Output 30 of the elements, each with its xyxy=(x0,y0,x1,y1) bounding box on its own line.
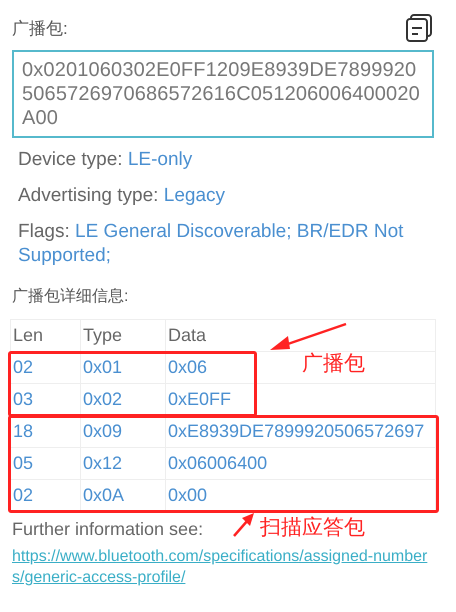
table-cell: 02 xyxy=(13,485,34,506)
table-cell: 0x06006400 xyxy=(168,453,268,474)
column-header: Data xyxy=(168,325,206,346)
table-cell: 18 xyxy=(13,421,34,442)
table-cell: 05 xyxy=(13,453,34,474)
table-cell: 0x06 xyxy=(168,357,208,378)
table-cell: 0x02 xyxy=(83,389,122,410)
info-line: Device type: LE-only xyxy=(18,148,194,172)
table-cell: 03 xyxy=(13,389,34,410)
table-cell: 0xE0FF xyxy=(168,389,232,410)
table-cell: 0xE8939DE7899920506572697 xyxy=(168,421,424,442)
spec-link[interactable]: https://www.bluetooth.com/specifications/assigned-numbers/generic-access-profile/ xyxy=(12,546,436,588)
column-header: Len xyxy=(13,325,44,346)
arrow xyxy=(232,512,256,538)
copy-icon[interactable] xyxy=(404,13,434,43)
raw-data-field[interactable]: 0x0201060302E0FF1209E8939DE78999205065726970686572616C051206006400020A00 xyxy=(12,50,434,138)
details-title: 广播包详细信息: xyxy=(11,286,130,307)
table-cell: 0x00 xyxy=(168,485,208,506)
table-cell: 0x09 xyxy=(83,421,122,442)
table-cell: 0x12 xyxy=(83,453,122,474)
table-cell: 02 xyxy=(13,357,34,378)
info-line: Advertising type: Legacy xyxy=(18,184,226,208)
table-cell: 0x01 xyxy=(83,357,122,378)
further-info-text: Further information see: xyxy=(12,518,204,540)
annotation-label: 扫描应答包 xyxy=(260,516,365,540)
info-line: Flags: LE General Discoverable; BR/EDR Not Supported; xyxy=(18,220,404,268)
column-header: Type xyxy=(83,325,122,346)
annotation-label: 广播包 xyxy=(302,352,365,376)
table-cell: 0x0A xyxy=(83,485,124,506)
section-title: 广播包: xyxy=(12,18,68,40)
